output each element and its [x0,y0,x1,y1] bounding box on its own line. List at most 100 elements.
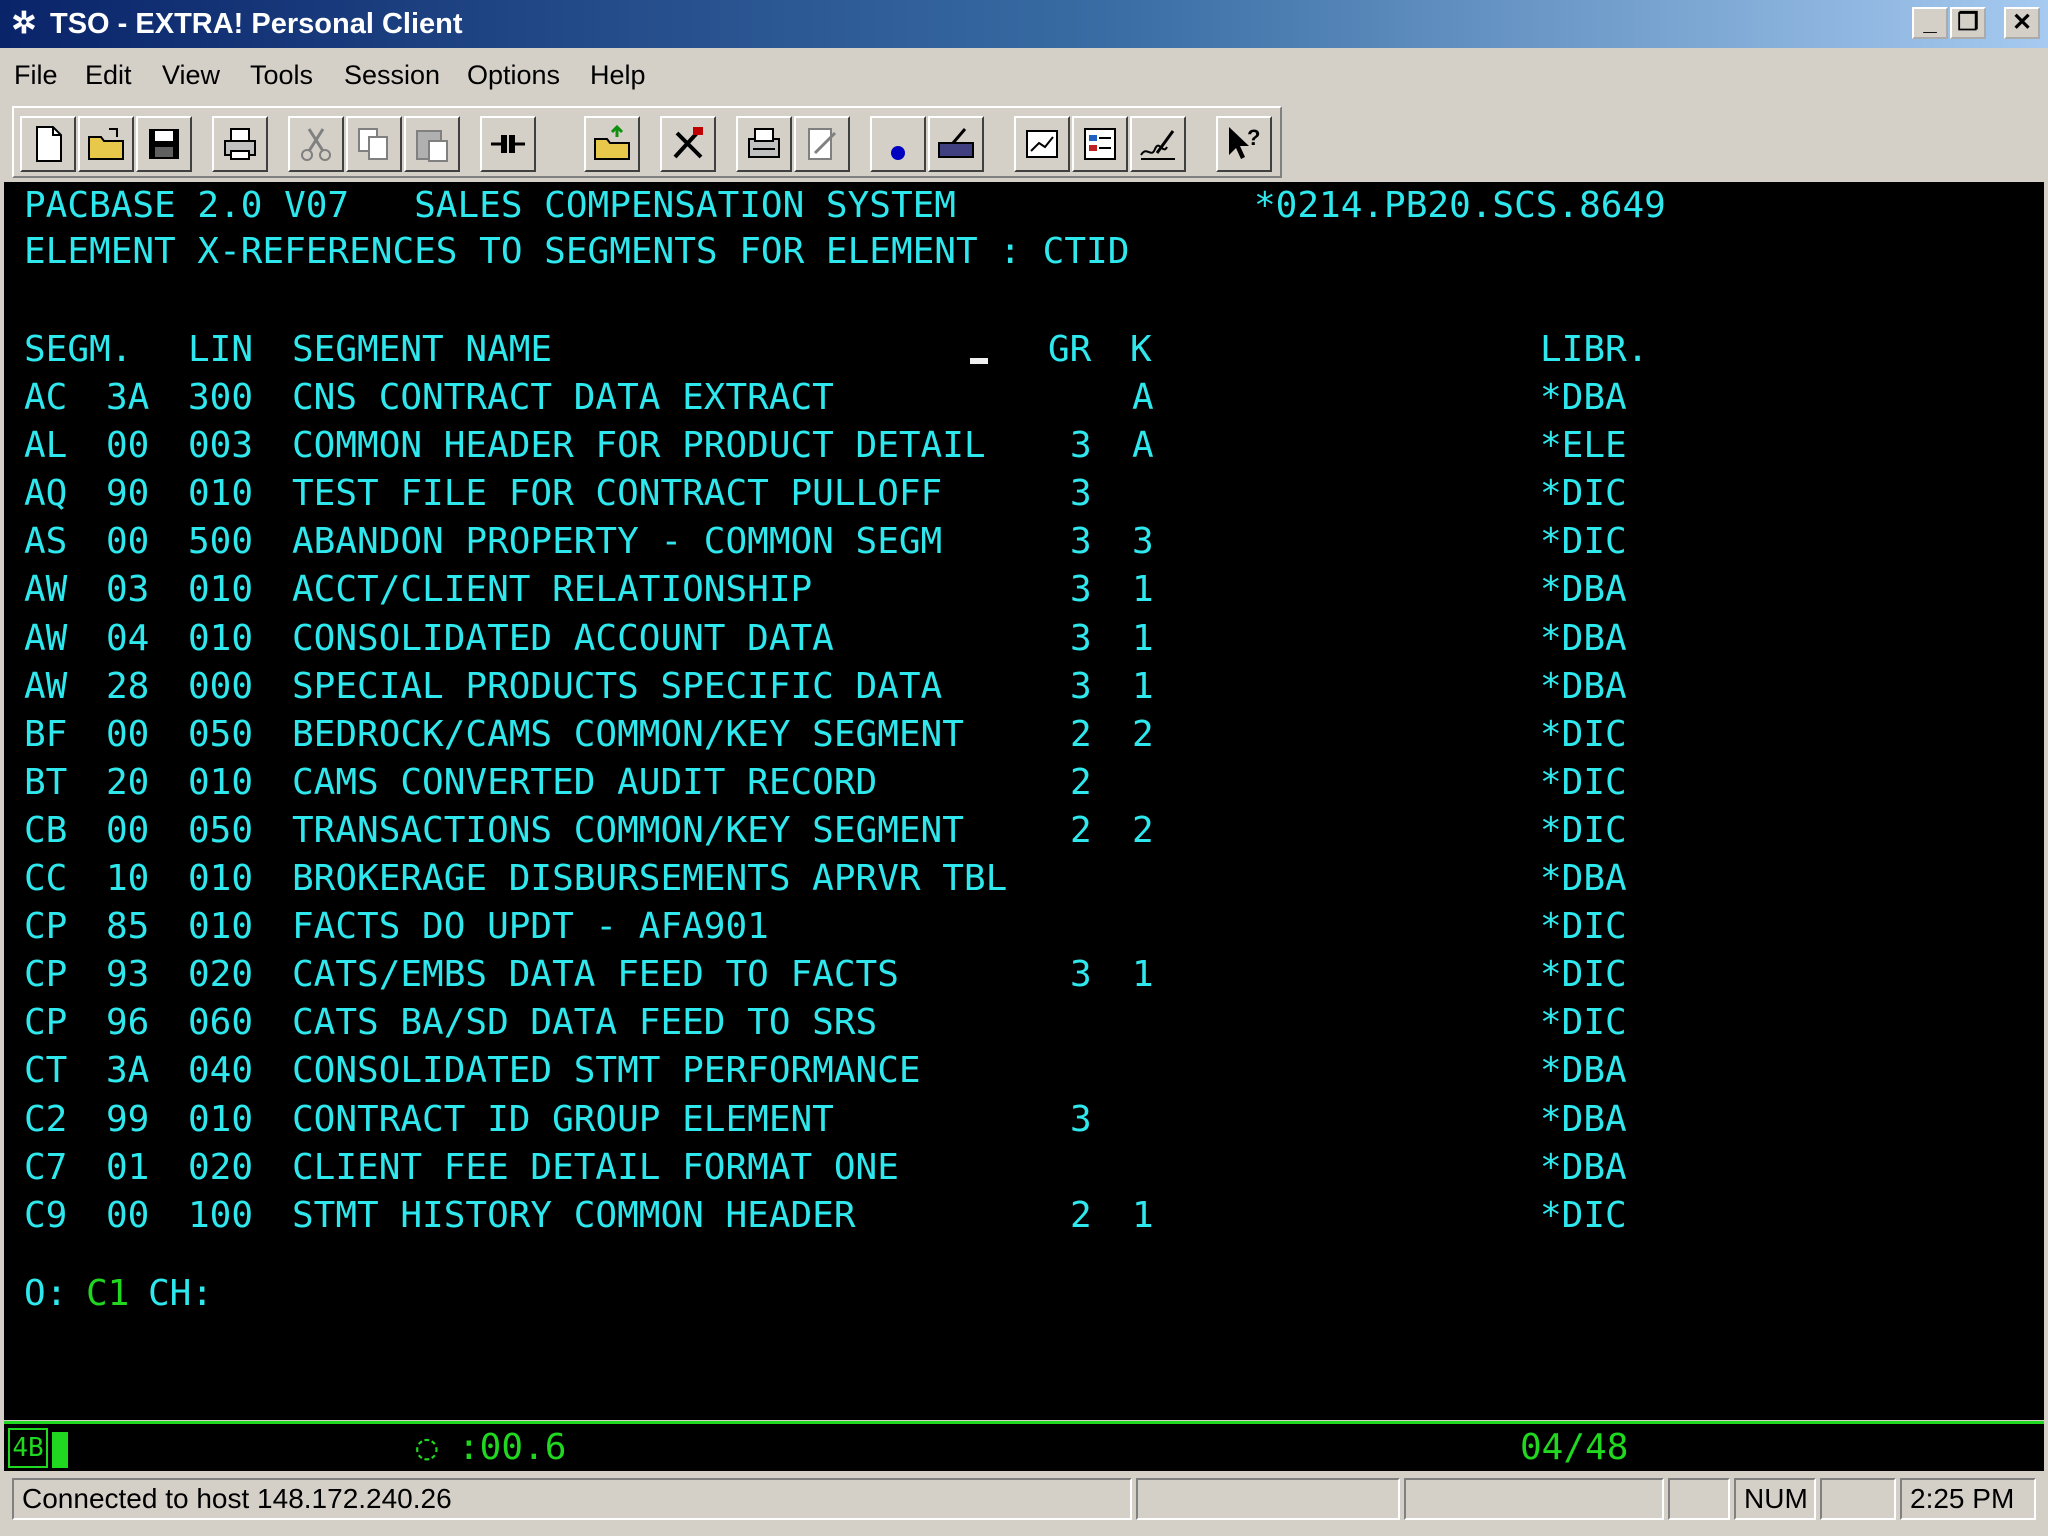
help-pointer-icon[interactable]: ? [1216,116,1272,172]
window-title: TSO - EXTRA! Personal Client [50,8,463,40]
col-k: K [1130,329,1152,370]
print-icon[interactable] [212,116,268,172]
record-dot-icon[interactable] [870,116,926,172]
row-segment-name: CONSOLIDATED STMT PERFORMANCE [292,1050,921,1091]
file-transfer-icon[interactable] [584,116,640,172]
row-lin: 100 [188,1195,254,1236]
col-name: SEGMENT NAME [292,329,553,370]
close-button[interactable]: ✕ [2004,7,2040,39]
row-segment-name: ACCT/CLIENT RELATIONSHIP [292,569,813,610]
row-segm: CP [24,954,68,995]
row-segm-num: 20 [106,762,150,803]
open-folder-icon[interactable] [78,116,134,172]
row-segment-name: CATS BA/SD DATA FEED TO SRS [292,1002,878,1043]
row-libr: *DIC [1540,1195,1627,1236]
menu-options[interactable]: Options [467,58,560,92]
row-segm-num: 04 [106,618,150,659]
row-gr: 2 [1070,762,1092,803]
row-segment-name: CAMS CONVERTED AUDIT RECORD [292,762,878,803]
row-segment-name: CNS CONTRACT DATA EXTRACT [292,377,834,418]
terminal-screen[interactable]: PACBASE 2.0 V07 SALES COMPENSATION SYSTE… [4,182,2044,1420]
row-libr: *DBA [1540,666,1627,707]
row-gr: 3 [1070,954,1092,995]
timer-icon: ◌ [416,1427,438,1468]
header-right: *0214.PB20.SCS.8649 [1254,185,1666,226]
row-lin: 300 [188,377,254,418]
row-gr: 2 [1070,714,1092,755]
minimize-button[interactable]: _ [1912,7,1948,39]
menu-session[interactable]: Session [344,58,440,92]
row-libr: *DBA [1540,377,1627,418]
status-cell-empty-1 [1136,1478,1400,1520]
row-k: 1 [1132,666,1154,707]
chart-edit-icon[interactable] [1014,116,1070,172]
menu-edit[interactable]: Edit [85,58,132,92]
row-libr: *DIC [1540,810,1627,851]
keyboard-map-icon[interactable] [928,116,984,172]
row-lin: 010 [188,473,254,514]
signature-icon[interactable] [1130,116,1186,172]
row-segm-num: 96 [106,1002,150,1043]
app-gear-icon[interactable]: ✲ [8,8,40,40]
row-segm-num: 99 [106,1099,150,1140]
row-libr: *DBA [1540,1147,1627,1188]
row-segm-num: 00 [106,425,150,466]
save-disk-icon[interactable] [136,116,192,172]
row-lin: 010 [188,762,254,803]
row-lin: 020 [188,954,254,995]
row-segm: BF [24,714,68,755]
status-cell-empty-3 [1668,1478,1730,1520]
row-segm-num: 3A [106,377,150,418]
row-segm-num: 03 [106,569,150,610]
row-segm: CP [24,1002,68,1043]
row-segm-num: 10 [106,858,150,899]
row-segm: CC [24,858,68,899]
row-segment-name: TRANSACTIONS COMMON/KEY SEGMENT [292,810,964,851]
edit-page-icon[interactable] [794,116,850,172]
row-segment-name: CLIENT FEE DETAIL FORMAT ONE [292,1147,899,1188]
row-k: 3 [1132,521,1154,562]
menu-tools[interactable]: Tools [250,58,313,92]
screen-subtitle: ELEMENT X-REFERENCES TO SEGMENTS FOR ELE… [24,231,1130,272]
svg-text:?: ? [1247,125,1260,150]
row-segment-name: BROKERAGE DISBURSEMENTS APRVR TBL [292,858,1008,899]
row-k: 1 [1132,1195,1154,1236]
row-libr: *DIC [1540,1002,1627,1043]
paste-icon[interactable] [404,116,460,172]
cut-icon[interactable] [288,116,344,172]
row-libr: *DBA [1540,1050,1627,1091]
maximize-button[interactable]: ❐ [1950,7,1986,39]
row-segm-num: 00 [106,1195,150,1236]
row-k: 2 [1132,714,1154,755]
row-libr: *DBA [1540,1099,1627,1140]
connect-icon[interactable] [480,116,536,172]
row-gr: 3 [1070,425,1092,466]
command-input[interactable]: C1 [86,1272,129,1316]
menu-help[interactable]: Help [590,58,646,92]
row-segment-name: FACTS DO UPDT - AFA901 [292,906,769,947]
field-cursor-mark [970,358,988,364]
row-segment-name: STMT HISTORY COMMON HEADER [292,1195,856,1236]
row-segm: CP [24,906,68,947]
row-lin: 050 [188,810,254,851]
row-gr: 3 [1070,666,1092,707]
row-segment-name: SPECIAL PRODUCTS SPECIFIC DATA [292,666,943,707]
new-document-icon[interactable] [20,116,76,172]
fax-icon[interactable] [736,116,792,172]
timer-value: :00.6 [458,1427,567,1468]
row-k: A [1132,425,1154,466]
menu-view[interactable]: View [162,58,220,92]
row-gr: 2 [1070,1195,1092,1236]
menu-file[interactable]: File [14,58,58,92]
row-libr: *DIC [1540,762,1627,803]
form-edit-icon[interactable] [1072,116,1128,172]
row-lin: 020 [188,1147,254,1188]
row-lin: 003 [188,425,254,466]
row-libr: *DBA [1540,569,1627,610]
tools-icon[interactable] [660,116,716,172]
row-segm: BT [24,762,68,803]
row-gr: 3 [1070,521,1092,562]
row-libr: *DBA [1540,618,1627,659]
copy-icon[interactable] [346,116,402,172]
col-libr: LIBR. [1540,329,1649,370]
